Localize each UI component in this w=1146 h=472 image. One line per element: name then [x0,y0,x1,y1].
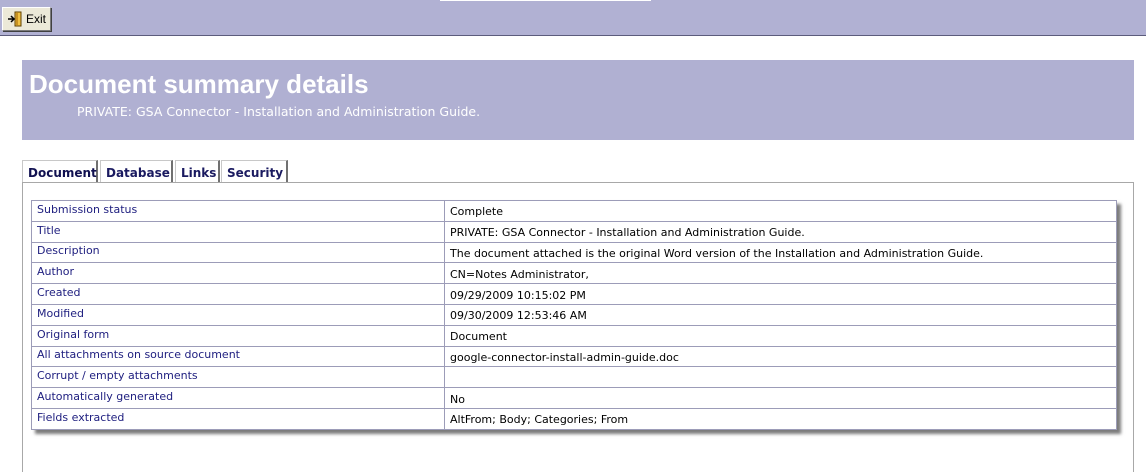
exit-button-label: Exit [26,12,47,26]
toolbar-highlight-line [440,0,651,1]
table-row: Description The document attached is the… [31,241,1117,264]
row-value-automatically-generated: No [444,387,1117,409]
row-label-submission-status: Submission status [31,200,445,222]
header-panel: Document summary details PRIVATE: GSA Co… [22,60,1134,140]
table-row: Created 09/29/2009 10:15:02 PM [31,283,1117,305]
exit-button[interactable]: Exit [2,7,51,31]
row-value-corrupt-attachments [444,366,1117,389]
tab-document[interactable]: Document [22,160,98,184]
row-value-created: 09/29/2009 10:15:02 PM [444,283,1117,305]
tab-security[interactable]: Security [221,160,288,183]
row-label-fields-extracted: Fields extracted [31,407,445,430]
table-row: Title PRIVATE: GSA Connector - Installat… [31,220,1117,243]
document-details-table: Submission status Complete Title PRIVATE… [31,200,1117,430]
tab-links[interactable]: Links [175,160,220,183]
row-value-submission-status: Complete [444,200,1117,222]
row-label-author: Author [31,262,445,285]
row-label-corrupt-attachments: Corrupt / empty attachments [31,366,445,389]
table-row: Fields extracted AltFrom; Body; Categori… [31,407,1117,430]
row-value-attachments: google-connector-install-admin-guide.doc [444,345,1117,368]
page-subtitle: PRIVATE: GSA Connector - Installation an… [77,104,481,119]
table-row: Author CN=Notes Administrator, [31,262,1117,285]
tab-database[interactable]: Database [100,160,173,183]
row-label-modified: Modified [31,303,445,326]
table-row: Submission status Complete [31,200,1117,222]
row-value-modified: 09/30/2009 12:53:46 AM [444,303,1117,326]
row-label-attachments: All attachments on source document [31,345,445,368]
row-label-created: Created [31,283,445,305]
row-value-description: The document attached is the original Wo… [444,241,1117,264]
exit-door-icon [7,11,23,27]
page-title: Document summary details [29,69,369,99]
table-row: Corrupt / empty attachments [31,366,1117,389]
row-value-title: PRIVATE: GSA Connector - Installation an… [444,220,1117,243]
table-row: Original form Document [31,324,1117,347]
toolbar: Exit [0,0,1146,36]
row-label-description: Description [31,241,445,264]
row-label-automatically-generated: Automatically generated [31,387,445,409]
table-row: Modified 09/30/2009 12:53:46 AM [31,303,1117,326]
table-row: All attachments on source document googl… [31,345,1117,368]
row-label-original-form: Original form [31,324,445,347]
row-value-original-form: Document [444,324,1117,347]
row-label-title: Title [31,220,445,243]
row-value-fields-extracted: AltFrom; Body; Categories; From [444,407,1117,430]
table-row: Automatically generated No [31,387,1117,409]
row-value-author: CN=Notes Administrator, [444,262,1117,285]
